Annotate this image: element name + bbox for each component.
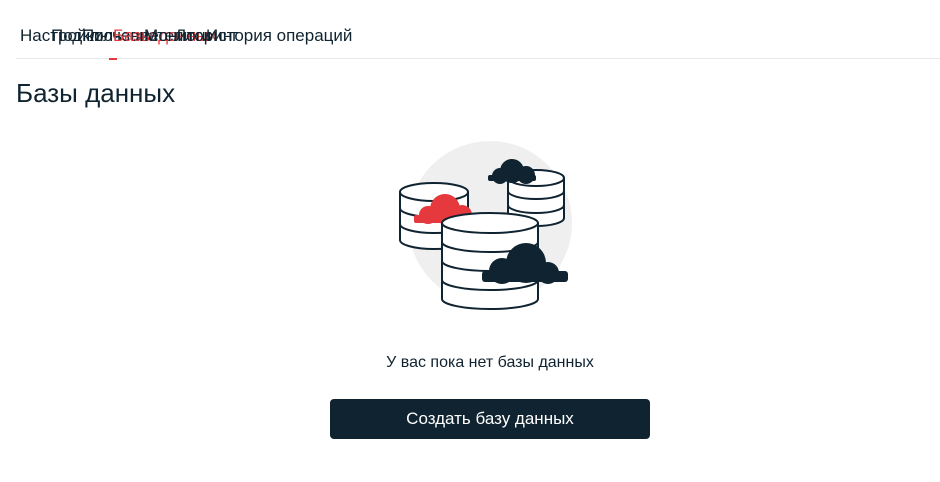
create-database-button-label: Создать базу данных (406, 409, 574, 428)
tab-monitoring[interactable]: МониторингМониторинг (140, 0, 238, 59)
tab-logs[interactable]: ЛогиЛоги (171, 0, 211, 59)
page-title: Базы данных (16, 78, 176, 108)
empty-state-message: У вас пока нет базы данных (386, 354, 594, 371)
tab-operations-history[interactable]: История операцийИстория операций (202, 0, 352, 59)
tab-settings[interactable]: НастройкиНастройки (16, 0, 103, 59)
tab-users[interactable]: ПользователиПользователи (78, 0, 193, 59)
tab-bar: НастройкиНастройки ПодключениеПодключени… (16, 0, 940, 60)
databases-page: НастройкиНастройки ПодключениеПодключени… (0, 0, 940, 482)
database-cloud-icon (390, 135, 580, 315)
tab-connection[interactable]: ПодключениеПодключение (47, 0, 159, 59)
create-database-button[interactable]: Создать базу данных (330, 399, 650, 439)
tab-databases[interactable]: Базы данныхБазы данных (109, 0, 217, 60)
